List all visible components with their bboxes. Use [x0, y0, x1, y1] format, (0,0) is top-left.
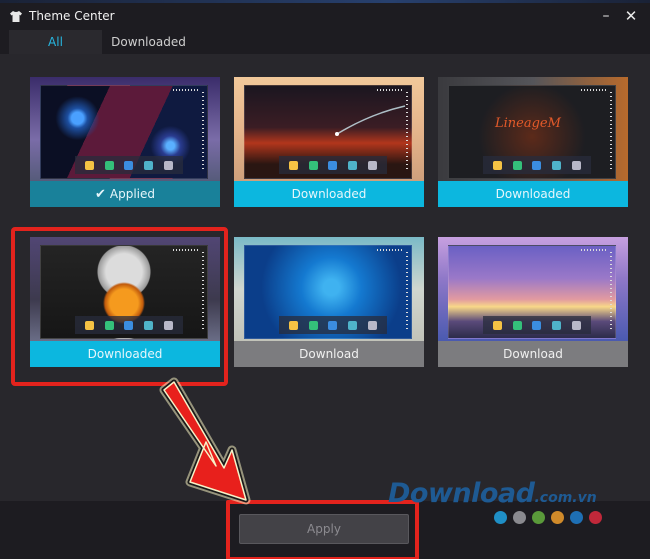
desktop-preview	[448, 245, 616, 339]
preview-dots	[202, 92, 204, 172]
folder-icon	[289, 160, 299, 170]
theme-card-galaxy[interactable]: ✔ Applied	[30, 77, 220, 211]
status-bar-downloaded: Downloaded	[438, 181, 628, 207]
status-bar-downloaded: Downloaded	[30, 341, 220, 367]
monitor-icon	[348, 160, 358, 170]
preview-dock	[75, 316, 183, 334]
monitor-icon	[144, 160, 154, 170]
refresh-icon	[532, 160, 542, 170]
download-icon	[512, 160, 522, 170]
preview-dots	[581, 89, 607, 91]
preview-dots	[173, 89, 199, 91]
preview-dots	[581, 249, 607, 251]
preview-dots	[377, 249, 403, 251]
theme-thumbnail	[438, 237, 628, 341]
status-label: Applied	[109, 187, 156, 201]
desktop-preview	[40, 245, 208, 339]
folder-icon	[493, 320, 503, 330]
apply-button[interactable]: Apply	[239, 514, 409, 544]
tab-all[interactable]: All	[9, 30, 102, 54]
window-title: Theme Center	[29, 9, 115, 23]
checkmark-icon: ✔	[94, 187, 106, 202]
preview-dots	[610, 92, 612, 172]
refresh-icon	[328, 320, 338, 330]
theme-card-blue-flower[interactable]: Download	[234, 237, 424, 371]
box-icon	[571, 160, 581, 170]
lineage-logo: LineageM	[495, 116, 561, 131]
preview-dock	[75, 156, 183, 174]
preview-dots	[406, 92, 408, 172]
preview-dock	[483, 156, 591, 174]
refresh-icon	[124, 160, 134, 170]
download-icon	[104, 320, 114, 330]
minimize-icon: –	[602, 8, 610, 24]
download-button[interactable]: Download	[438, 341, 628, 367]
folder-icon	[85, 320, 95, 330]
box-icon	[571, 320, 581, 330]
theme-thumbnail: LineageM	[438, 77, 628, 181]
monitor-icon	[348, 320, 358, 330]
preview-dock	[279, 156, 387, 174]
preview-dots	[202, 252, 204, 332]
minimize-button[interactable]: –	[595, 6, 617, 26]
folder-icon	[289, 320, 299, 330]
title-bar: Theme Center – ✕	[0, 3, 650, 30]
theme-thumbnail	[30, 237, 220, 341]
preview-dock	[279, 316, 387, 334]
theme-card-comet[interactable]: Downloaded	[234, 77, 424, 211]
download-icon	[308, 160, 318, 170]
preview-dots	[377, 89, 403, 91]
box-icon	[367, 160, 377, 170]
tab-bar: All Downloaded	[0, 30, 650, 54]
download-icon	[512, 320, 522, 330]
box-icon	[163, 320, 173, 330]
status-bar-downloaded: Downloaded	[234, 181, 424, 207]
preview-dock	[483, 316, 591, 334]
desktop-preview: LineageM	[448, 85, 616, 179]
download-icon	[308, 320, 318, 330]
status-bar-applied: ✔ Applied	[30, 181, 220, 207]
theme-thumbnail	[30, 77, 220, 181]
desktop-preview	[244, 245, 412, 339]
folder-icon	[85, 160, 95, 170]
shirt-icon	[10, 11, 22, 22]
download-button[interactable]: Download	[234, 341, 424, 367]
preview-dots	[610, 252, 612, 332]
close-button[interactable]: ✕	[620, 6, 642, 26]
refresh-icon	[124, 320, 134, 330]
download-icon	[104, 160, 114, 170]
refresh-icon	[532, 320, 542, 330]
box-icon	[367, 320, 377, 330]
close-icon: ✕	[624, 7, 638, 25]
tab-downloaded[interactable]: Downloaded	[102, 30, 195, 54]
monitor-icon	[552, 160, 562, 170]
theme-card-sunset[interactable]: Download	[438, 237, 628, 371]
theme-grid: ✔ Applied Downloaded LineageM Downloaded…	[0, 54, 650, 501]
folder-icon	[493, 160, 503, 170]
refresh-icon	[328, 160, 338, 170]
monitor-icon	[144, 320, 154, 330]
desktop-preview	[40, 85, 208, 179]
theme-thumbnail	[234, 237, 424, 341]
desktop-preview	[244, 85, 412, 179]
theme-card-pumpkin[interactable]: Downloaded	[30, 237, 220, 371]
box-icon	[163, 160, 173, 170]
preview-dots	[406, 252, 408, 332]
preview-dots	[173, 249, 199, 251]
theme-thumbnail	[234, 77, 424, 181]
monitor-icon	[552, 320, 562, 330]
theme-card-lineage-m[interactable]: LineageM Downloaded	[438, 77, 628, 211]
